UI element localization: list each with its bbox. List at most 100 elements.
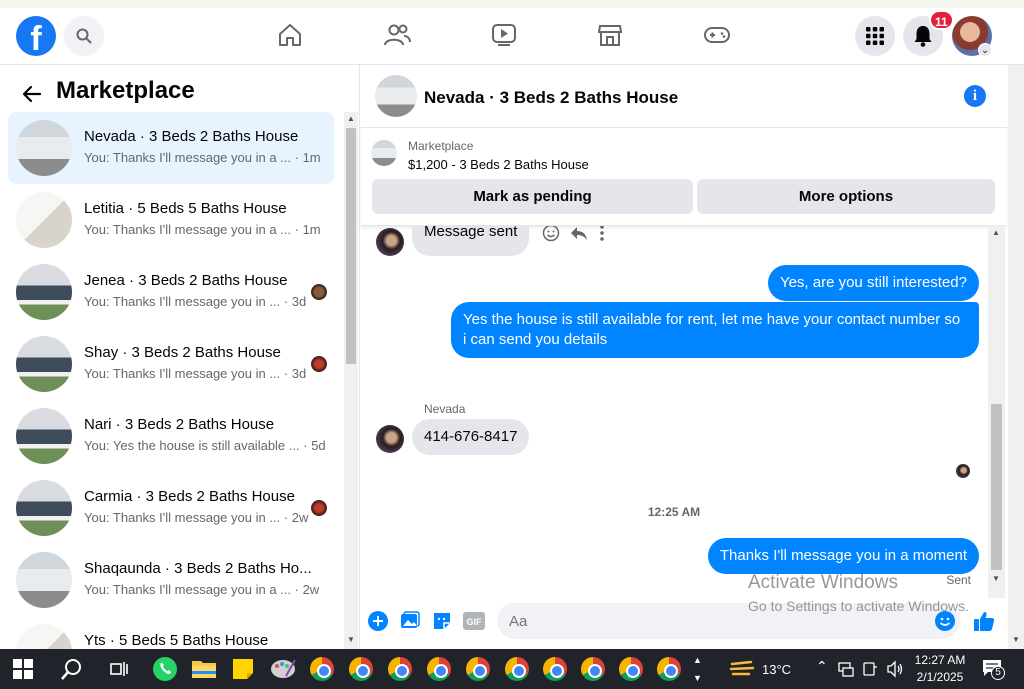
grid-menu-icon [866,27,884,45]
conversation-title: Carmia · 3 Beds 2 Baths House [84,488,295,505]
browser-top-strip [0,0,1024,8]
info-icon[interactable]: i [964,85,986,107]
conversation-item[interactable]: Nari · 3 Beds 2 Baths House You: Yes the… [8,400,334,472]
clock-date[interactable]: 2/1/2025 [914,670,966,684]
message-bubble[interactable]: Yes, are you still interested? [767,265,979,301]
search-button[interactable] [64,16,104,56]
network-icon[interactable] [838,661,854,682]
conversation-item[interactable]: Yts · 5 Beds 5 Baths House [8,616,334,649]
chrome-icon[interactable] [502,654,532,684]
chrome-icon[interactable] [654,654,684,684]
reply-icon[interactable] [570,226,588,242]
message-bubble[interactable]: Thanks I'll message you in a moment [707,538,979,574]
plus-icon[interactable] [367,610,389,632]
chat-scrollbar[interactable]: ▲ ▼ [988,226,1005,598]
sidebar-scrollbar[interactable]: ▲ ▼ [344,112,358,649]
scrollbar-thumb[interactable] [991,404,1002,570]
more-options-button[interactable]: More options [697,179,995,214]
whatsapp-icon[interactable] [150,654,180,684]
device-icon[interactable] [862,661,878,682]
chrome-icon[interactable] [307,654,337,684]
photo-icon[interactable] [399,610,421,632]
search-icon[interactable] [57,654,87,684]
conversation-item[interactable]: Carmia · 3 Beds 2 Baths House You: Thank… [8,472,334,544]
conversation-item[interactable]: Letitia · 5 Beds 5 Baths House You: Than… [8,184,334,256]
scroll-down-arrow[interactable]: ▼ [992,574,1000,583]
message-bubble[interactable]: 414-676-8417 [412,419,530,455]
scroll-down-arrow[interactable]: ▼ [1012,635,1020,644]
action-center-button[interactable]: 5 [982,659,1005,680]
video-icon [492,24,516,46]
notification-badge: 11 [929,10,954,30]
friends-icon [384,24,411,46]
conversation-preview: You: Thanks I'll message you in ... · 3d [84,294,307,309]
chrome-icon[interactable] [346,654,376,684]
browser-scrollbar[interactable]: ▼ [1008,65,1024,649]
message-bubble[interactable]: Yes the house is still available for ren… [451,302,979,358]
conversation-item[interactable]: Jenea · 3 Beds 2 Baths House You: Thanks… [8,256,334,328]
scroll-up-arrow[interactable]: ▲ [347,114,355,123]
scroll-up-arrow[interactable]: ▲ [992,228,1000,237]
conversation-title: Shaqaunda · 3 Beds 2 Baths Ho... [84,560,312,577]
conversation-preview: You: Thanks I'll message you in a ... · … [84,222,321,237]
conversation-preview: You: Thanks I'll message you in ... · 3d [84,366,307,381]
conversation-preview: You: Thanks I'll message you in a ... · … [84,582,320,597]
page-title: Marketplace [56,77,195,104]
windows-taskbar: ▲ ▼ 13°C ⌃ 12:27 AM 2/1/2025 5 [0,649,1024,689]
sticker-icon[interactable] [431,610,453,632]
listing-thumbnail [16,120,72,176]
scrollbar-thumb[interactable] [346,128,356,364]
weather-icon[interactable] [727,654,757,684]
chat-title[interactable]: Nevada · 3 Beds 2 Baths House [424,88,678,108]
nav-marketplace[interactable] [596,21,624,49]
file-explorer-icon[interactable] [189,654,219,684]
sender-name: Nevada [424,402,466,416]
more-vertical-icon[interactable] [598,226,606,242]
emoji-reaction-icon[interactable] [542,226,560,242]
chat-listing-avatar[interactable] [375,75,417,117]
chrome-icon[interactable] [540,654,570,684]
chrome-icon[interactable] [616,654,646,684]
thumbs-up-icon[interactable] [973,610,995,632]
conversation-item[interactable]: Shaqaunda · 3 Beds 2 Baths Ho... You: Th… [8,544,334,616]
windows-start-icon[interactable] [8,654,38,684]
clock-time[interactable]: 12:27 AM [914,653,966,667]
gif-icon[interactable]: GIF [463,610,485,632]
svg-text:GIF: GIF [467,617,483,627]
chrome-icon[interactable] [385,654,415,684]
taskbar-overflow-arrows[interactable]: ▲ ▼ [693,651,702,687]
nav-friends[interactable] [383,21,411,49]
conversation-item[interactable]: Nevada · 3 Beds 2 Baths House You: Thank… [8,112,334,184]
facebook-top-bar: f 11 ⌄ [0,8,1024,65]
mark-pending-button[interactable]: Mark as pending [372,179,693,214]
conversation-item[interactable]: Shay · 3 Beds 2 Baths House You: Thanks … [8,328,334,400]
sticky-notes-icon[interactable] [228,654,258,684]
conversation-title: Nari · 3 Beds 2 Baths House [84,416,275,433]
nav-gaming[interactable] [703,21,731,49]
facebook-logo[interactable]: f [16,16,56,56]
conversation-preview: You: Thanks I'll message you in a ... · … [84,150,321,165]
home-icon [279,24,301,46]
back-button[interactable] [20,82,44,106]
nav-home[interactable] [276,21,304,49]
sent-status: Sent [946,573,971,587]
listing-thumbnail [16,408,72,464]
listing-source: Marketplace [408,139,474,153]
gaming-icon [704,27,730,43]
chrome-icon[interactable] [424,654,454,684]
task-view-icon[interactable] [104,654,134,684]
chevron-down-icon[interactable]: ⌄ [978,43,992,57]
paint-icon[interactable] [268,654,298,684]
message-bubble[interactable]: Message sent [412,226,530,256]
chrome-icon[interactable] [578,654,608,684]
volume-icon[interactable] [886,660,904,683]
activate-windows-title: Activate Windows [748,572,898,593]
chevron-up-icon[interactable]: ⌃ [816,658,828,675]
listing-thumbnail [16,624,72,649]
listing-price[interactable]: $1,200 - 3 Beds 2 Baths House [408,157,589,172]
menu-button[interactable] [855,16,895,56]
conversation-title: Shay · 3 Beds 2 Baths House [84,344,281,361]
scroll-down-arrow[interactable]: ▼ [347,635,355,644]
nav-watch[interactable] [490,21,518,49]
chrome-icon[interactable] [463,654,493,684]
